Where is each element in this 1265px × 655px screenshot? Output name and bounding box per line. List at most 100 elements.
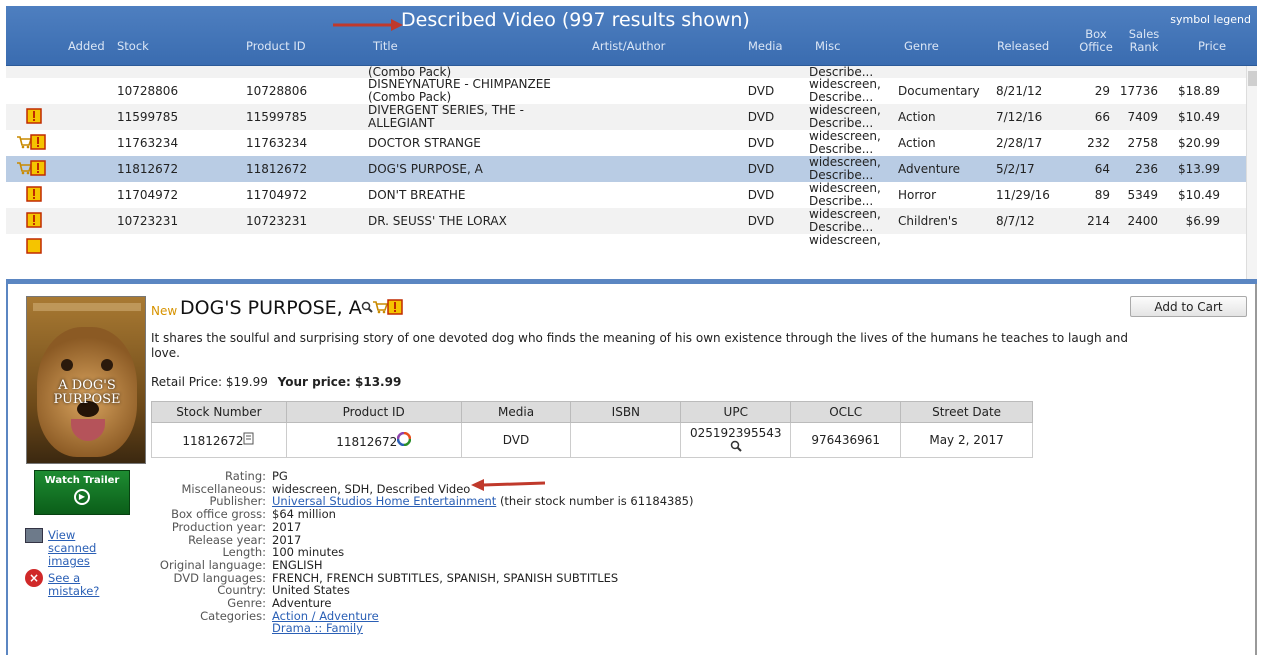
row-released: 2/28/17 <box>996 136 1043 150</box>
scanned-images-icon[interactable] <box>25 528 43 543</box>
magnifier-icon[interactable] <box>730 440 742 452</box>
column-header-added[interactable]: Added <box>68 40 105 53</box>
document-icon[interactable] <box>243 432 255 445</box>
table-scrollbar-thumb[interactable] <box>1248 71 1257 86</box>
row-sales-rank: 17736 <box>1119 84 1158 98</box>
error-icon[interactable]: × <box>25 569 43 587</box>
cart-icon <box>373 301 389 314</box>
column-header-released[interactable]: Released <box>997 40 1049 53</box>
row-stock: 11763234 <box>117 136 179 150</box>
spinner-icon[interactable] <box>397 431 412 446</box>
row-misc: widescreen, Describe... <box>809 156 881 182</box>
poster-image: A DOG'S PURPOSE <box>26 296 146 464</box>
info-stock-cell: 11812672 <box>151 422 287 458</box>
info-header: Street Date <box>900 401 1033 423</box>
poster-dog-eye <box>101 359 113 371</box>
add-to-cart-button[interactable]: Add to Cart <box>1130 296 1247 317</box>
row-released: 8/7/12 <box>996 214 1035 228</box>
info-header: Product ID <box>285 401 462 423</box>
category-link[interactable]: Drama :: Family <box>272 621 363 635</box>
column-header-box-office[interactable]: Box Office <box>1074 28 1118 54</box>
play-icon: ▶ <box>74 489 90 505</box>
detail-panel: A DOG'S PURPOSE Watch Trailer ▶ View sca… <box>6 284 1257 655</box>
info-header: Stock Number <box>151 401 287 423</box>
table-row-selected[interactable]: 11812672 11812672 DOG'S PURPOSE, A DVD w… <box>6 156 1246 182</box>
info-isbn <box>570 422 682 458</box>
row-media: DVD <box>747 214 775 228</box>
row-misc: widescreen, Describe... <box>809 182 881 208</box>
row-box-office: 29 <box>1094 84 1110 98</box>
info-media: DVD <box>460 422 572 458</box>
meta-production-year: 2017 <box>272 519 302 534</box>
table-row-partial[interactable]: widescreen, <box>6 234 1246 260</box>
row-stock: 11812672 <box>117 162 179 176</box>
column-header-price[interactable]: Price <box>1198 40 1226 53</box>
alert-icon <box>26 186 42 202</box>
table-row[interactable]: 11704972 11704972 DON'T BREATHE DVD wide… <box>6 182 1246 208</box>
column-header-stock[interactable]: Stock <box>117 40 149 53</box>
row-product-id: 11812672 <box>246 162 308 176</box>
results-header: Described Video (997 results shown) symb… <box>6 6 1257 66</box>
meta-label: Length: <box>222 545 266 560</box>
table-row[interactable]: 10723231 10723231 DR. SEUSS' THE LORAX D… <box>6 208 1246 234</box>
magnifier-icon <box>361 301 373 313</box>
row-product-id: 10728806 <box>246 84 308 98</box>
column-header-genre[interactable]: Genre <box>904 40 939 53</box>
meta-box-office-gross: $64 million <box>272 507 336 522</box>
column-header-product-id[interactable]: Product ID <box>246 40 306 53</box>
row-product-id: 11763234 <box>246 136 308 150</box>
column-header-artist[interactable]: Artist/Author <box>592 40 665 53</box>
row-released: 8/21/12 <box>996 84 1043 98</box>
view-scanned-images-link[interactable]: View scanned images <box>48 529 118 568</box>
info-header: Media <box>460 401 572 423</box>
table-row[interactable]: 11599785 11599785 DIVERGENT SERIES, THE … <box>6 104 1246 130</box>
retail-price: Retail Price: $19.99 <box>151 375 268 389</box>
symbol-legend-link[interactable]: symbol legend <box>1170 13 1251 26</box>
row-misc: widescreen, <box>809 233 881 247</box>
row-price: $18.89 <box>1178 84 1220 98</box>
table-scrollbar[interactable] <box>1246 66 1257 279</box>
meta-length: 100 minutes <box>272 545 345 560</box>
column-header-media[interactable]: Media <box>748 40 783 53</box>
column-header-misc[interactable]: Misc <box>815 40 840 53</box>
row-genre: Documentary <box>898 84 980 98</box>
watch-trailer-label: Watch Trailer <box>44 475 120 486</box>
row-released: 11/29/16 <box>996 188 1050 202</box>
cart-alert-icons <box>17 134 46 150</box>
row-product-id: 10723231 <box>246 214 308 228</box>
row-price: $13.99 <box>1178 162 1220 176</box>
table-row[interactable]: 10728806 10728806 DISNEYNATURE - CHIMPAN… <box>6 78 1246 104</box>
table-row-partial[interactable]: (Combo Pack) Describe... <box>6 66 1246 79</box>
watch-trailer-button[interactable]: Watch Trailer ▶ <box>34 470 130 515</box>
column-header-box-office-line2: Office <box>1079 40 1113 54</box>
row-stock: 11704972 <box>117 188 179 202</box>
row-misc: widescreen, Describe... <box>809 130 881 156</box>
info-upc-cell: 025192395543 <box>680 422 792 458</box>
info-header: UPC <box>680 401 792 423</box>
annotation-arrow-icon <box>333 19 403 31</box>
info-header-row: Stock Number Product ID Media ISBN UPC O… <box>151 401 1033 423</box>
your-price: Your price: $13.99 <box>277 375 402 389</box>
meta-categories-more: Drama :: Family <box>272 622 363 635</box>
results-title: Described Video (997 results shown) <box>401 9 750 31</box>
info-header: OCLC <box>790 401 902 423</box>
table-row[interactable]: 11763234 11763234 DOCTOR STRANGE DVD wid… <box>6 130 1246 156</box>
alert-icon <box>26 212 42 228</box>
column-header-sales-rank[interactable]: Sales Rank <box>1123 28 1165 54</box>
app-window: Described Video (997 results shown) symb… <box>0 0 1265 655</box>
row-title: DR. SEUSS' THE LORAX <box>368 214 507 228</box>
row-genre: Action <box>898 136 936 150</box>
column-header-sales-rank-line2: Rank <box>1129 40 1159 54</box>
row-title-line2: ALLEGIANT <box>368 116 435 130</box>
column-header-title[interactable]: Title <box>373 40 398 53</box>
info-upc: 025192395543 <box>689 425 782 440</box>
see-a-mistake-link[interactable]: See a mistake? <box>48 572 108 598</box>
row-price: $10.49 <box>1178 110 1220 124</box>
row-sales-rank: 2400 <box>1127 214 1158 228</box>
row-title: DOCTOR STRANGE <box>368 136 481 150</box>
row-media: DVD <box>747 84 775 98</box>
row-media: DVD <box>747 162 775 176</box>
poster-tagline <box>33 303 141 311</box>
info-value-row: 11812672 11812672 DVD 025192395543 97643… <box>151 422 1033 458</box>
meta-label: Genre: <box>227 596 266 610</box>
